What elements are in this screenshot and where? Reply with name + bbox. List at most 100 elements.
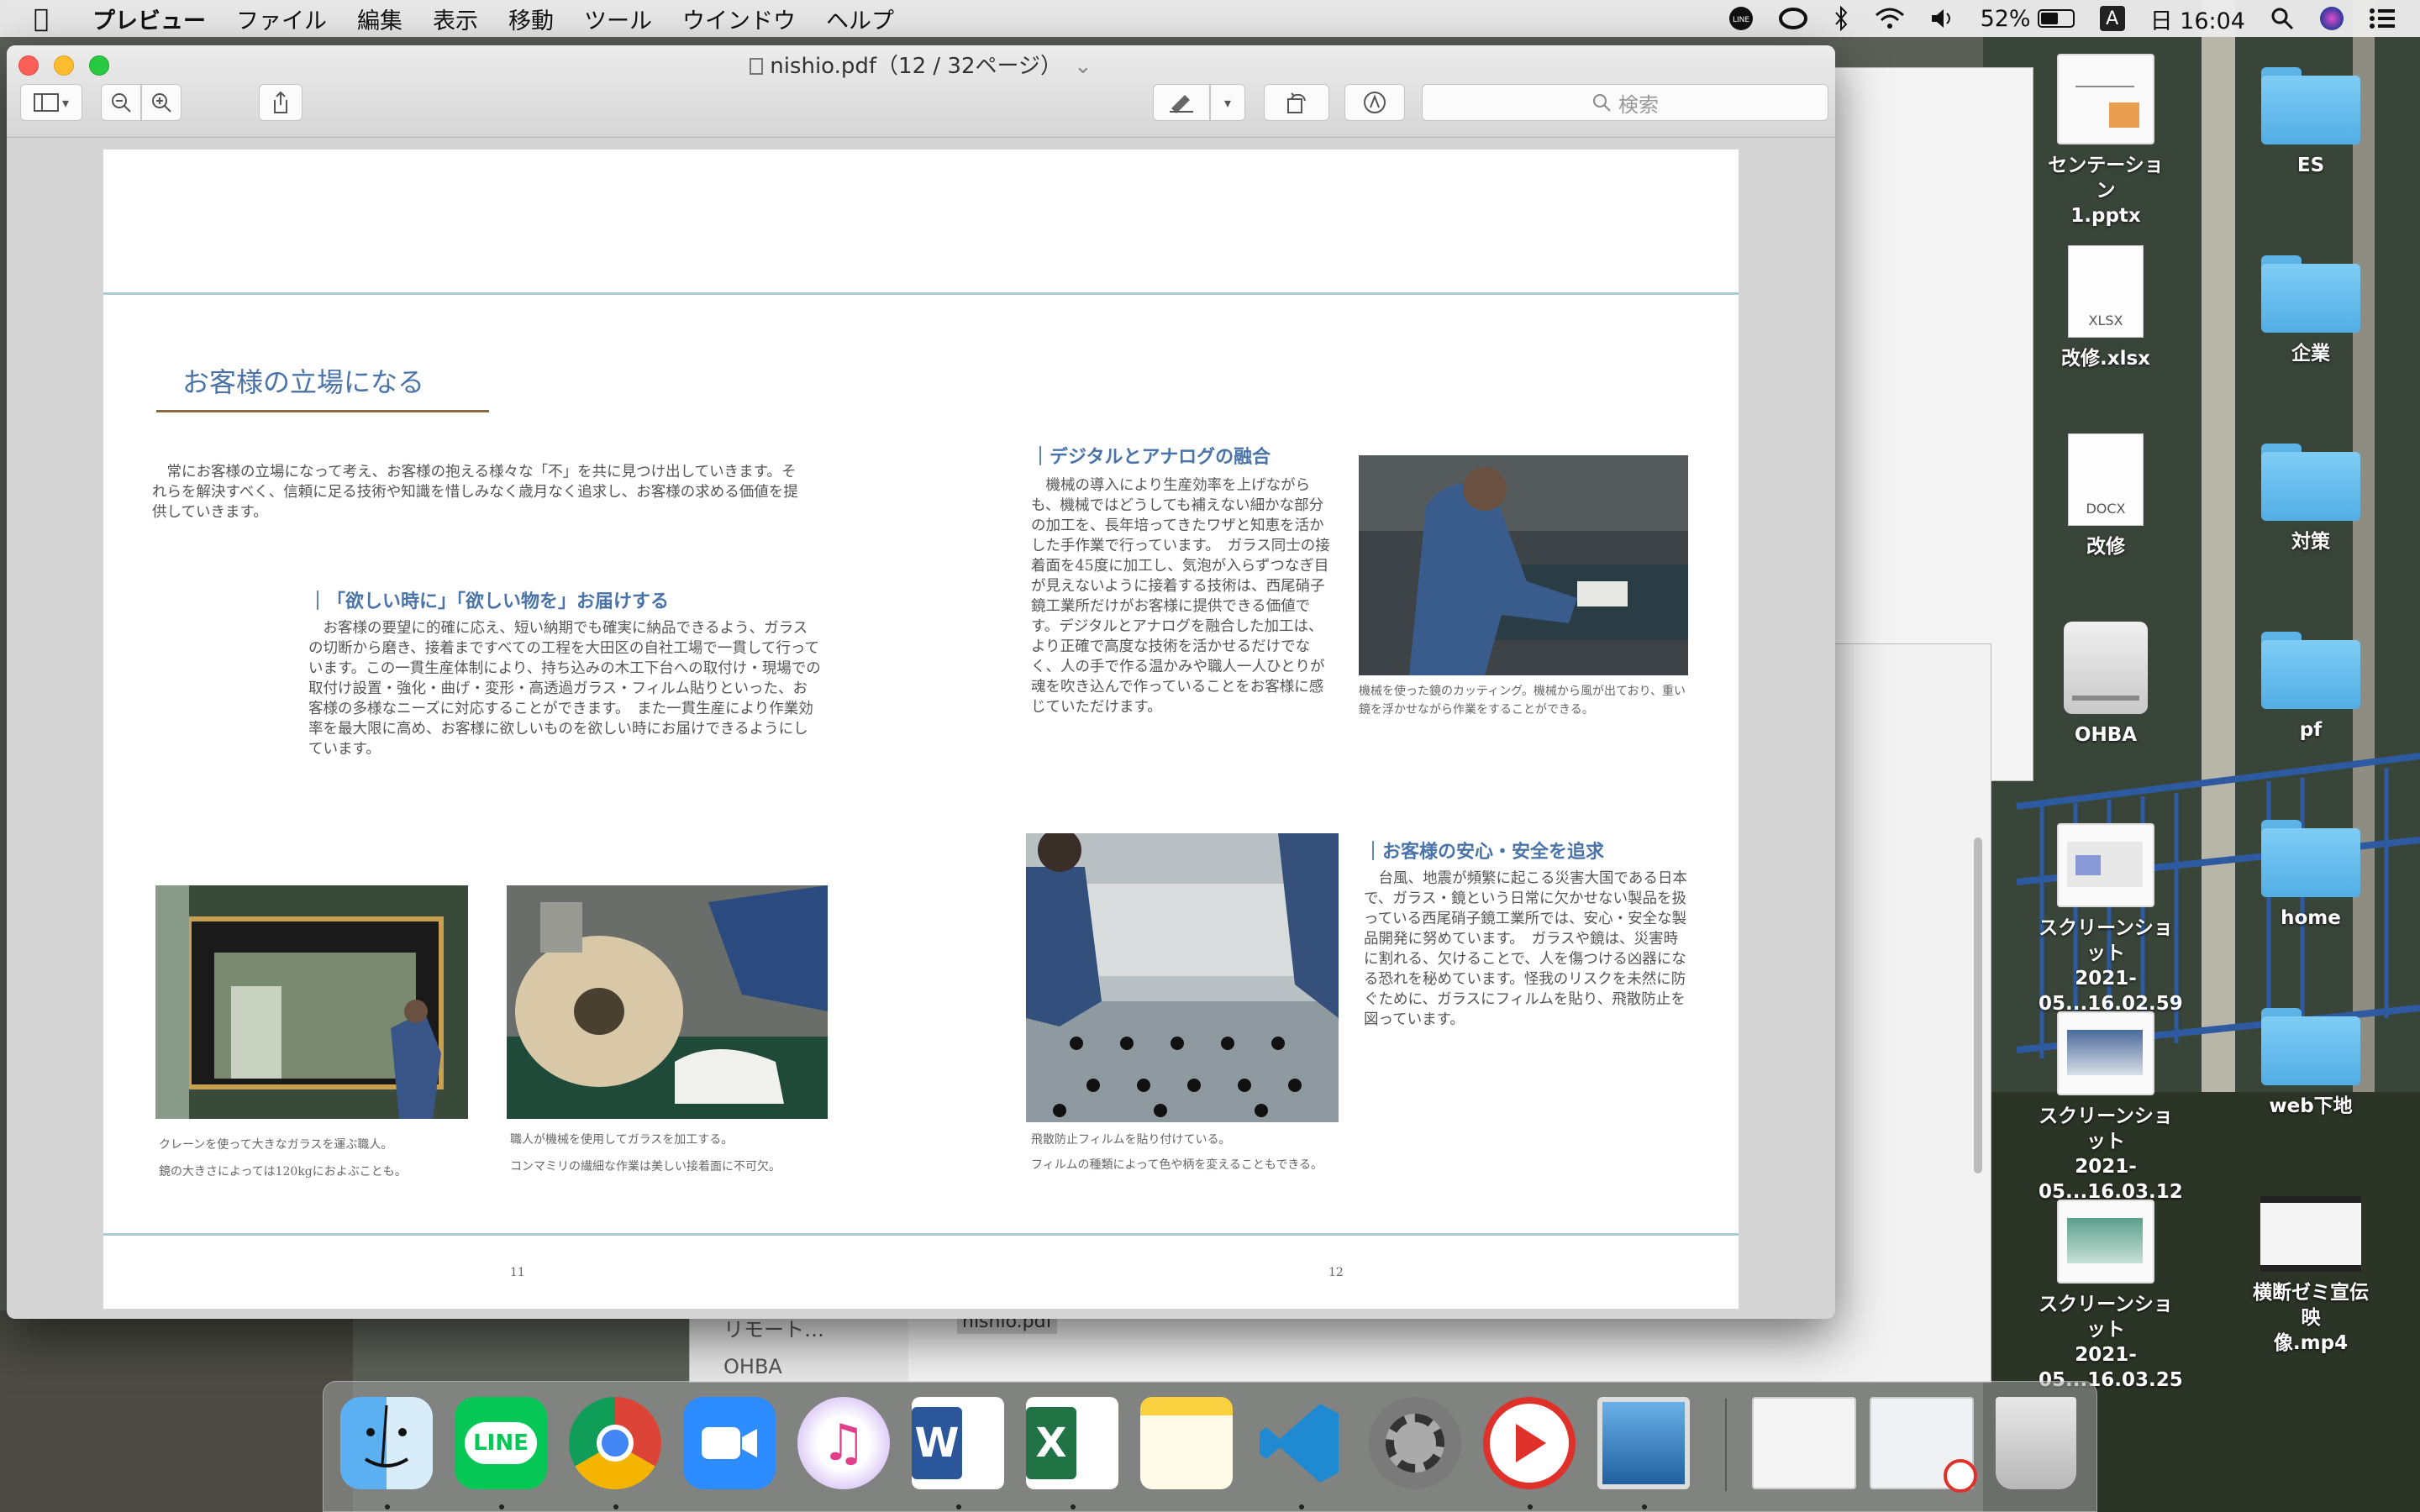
desktop-icon-video[interactable]: 横断ゼミ宣伝映 像.mp4: [2244, 1196, 2378, 1356]
photo-crane: [155, 885, 468, 1119]
window-toolbar: nishio.pdf（12 / 32ページ） ⌄ ▾ ▾ 検索: [7, 45, 1835, 138]
sidebar-toggle-button[interactable]: ▾: [20, 84, 82, 121]
desktop-icon-docx[interactable]: DOCX 改修: [2039, 433, 2173, 559]
dock-excel-icon[interactable]: X: [1026, 1397, 1118, 1489]
folder-icon: [2261, 632, 2360, 709]
rotate-button[interactable]: [1264, 84, 1329, 121]
share-button[interactable]: [259, 84, 302, 121]
desktop-icon-presentation[interactable]: センテーション 1.pptx: [2039, 54, 2173, 228]
share-icon: [274, 91, 287, 113]
menu-bar:  プレビュー ファイル 編集 表示 移動 ツール ウインドウ ヘルプ LINE…: [0, 0, 2420, 37]
caption-crane-1: クレーンを使って大きなガラスを運ぶ職人。: [159, 1138, 393, 1152]
running-indicator: [1642, 1504, 1647, 1509]
desktop-icon-screenshot-1[interactable]: スクリーンショット 2021-05...16.02.59: [2039, 823, 2183, 1016]
dock-trash-icon[interactable]: [1996, 1397, 2076, 1489]
folder-kigyo[interactable]: 企業: [2244, 255, 2378, 366]
dock-finder-icon[interactable]: [340, 1397, 433, 1489]
chevron-down-icon[interactable]: ⌄: [1074, 54, 1092, 79]
folder-home[interactable]: home: [2244, 820, 2378, 931]
menu-window[interactable]: ウインドウ: [682, 3, 796, 35]
desktop-icon-ohba-drive[interactable]: OHBA: [2039, 622, 2173, 748]
dock-word-icon[interactable]: W: [912, 1397, 1004, 1489]
clock[interactable]: 日 16:04: [2150, 3, 2245, 35]
apple-menu-icon[interactable]: : [34, 4, 67, 34]
menu-view[interactable]: 表示: [433, 3, 478, 35]
sidebar-item-ohba[interactable]: OHBA: [723, 1355, 782, 1378]
dock-system-preferences-icon[interactable]: [1369, 1397, 1461, 1489]
dock-chrome-icon[interactable]: [569, 1397, 661, 1489]
scrollbar[interactable]: [1974, 837, 1982, 1173]
chevron-down-icon: ▾: [1223, 94, 1232, 111]
caption-grinder-1: 職人が機械を使用してガラスを加工する。: [510, 1133, 734, 1147]
volume-icon[interactable]: [1930, 7, 1955, 30]
folder-icon: [2261, 1008, 2360, 1085]
bluetooth-icon[interactable]: [1833, 6, 1849, 31]
zoom-in-button[interactable]: [141, 84, 182, 121]
dock-preview-icon[interactable]: [1597, 1397, 1690, 1489]
spotlight-icon[interactable]: [2270, 7, 2294, 30]
caption-glass-cutting: 機械を使った鏡のカッティング。機械から風が出ており、重い鏡を浮かせながら作業をす…: [1359, 685, 1686, 717]
dock-screenshot-video-icon[interactable]: [1870, 1397, 1977, 1493]
menu-file[interactable]: ファイル: [236, 3, 327, 35]
dock-notes-icon[interactable]: [1140, 1397, 1233, 1489]
menu-help[interactable]: ヘルプ: [826, 3, 894, 35]
running-indicator: [956, 1504, 961, 1509]
dock-separator: [1725, 1399, 1727, 1491]
svg-text:LINE: LINE: [1733, 16, 1749, 24]
xlsx-file-icon: XLSX: [2068, 245, 2144, 338]
creative-cloud-icon[interactable]: [1778, 8, 1807, 29]
menu-app-name[interactable]: プレビュー: [92, 3, 206, 35]
dock-music-icon[interactable]: ♫: [797, 1397, 890, 1489]
folder-icon: [2261, 255, 2360, 333]
menu-go[interactable]: 移動: [508, 3, 554, 35]
rotate-icon: [1287, 92, 1306, 113]
menu-tools[interactable]: ツール: [584, 3, 652, 35]
desktop-icon-screenshot-2[interactable]: スクリーンショット 2021-05...16.03.12: [2039, 1011, 2183, 1205]
photo-glass-cutting: [1359, 455, 1688, 675]
battery-icon: [2037, 9, 2075, 28]
wifi-icon[interactable]: [1875, 7, 1905, 30]
markup-pen-button[interactable]: [1153, 84, 1210, 121]
pptx-file-icon: [2057, 54, 2154, 144]
dock-zoom-icon[interactable]: [683, 1397, 776, 1489]
search-field[interactable]: 検索: [1422, 84, 1828, 121]
search-placeholder: 検索: [1618, 92, 1659, 117]
running-indicator: [499, 1504, 504, 1509]
markup-dropdown-button[interactable]: ▾: [1210, 84, 1245, 121]
folder-pf[interactable]: pf: [2244, 632, 2378, 743]
screenshot-thumbnail-icon: [2057, 1011, 2154, 1095]
folder-es[interactable]: ES: [2244, 67, 2378, 178]
line-status-icon[interactable]: LINE: [1728, 6, 1754, 31]
pen-icon: [1170, 95, 1193, 113]
markup-toolbar-button[interactable]: [1344, 84, 1405, 121]
top-rule: [103, 292, 1739, 295]
siri-icon[interactable]: [2319, 6, 2344, 31]
screenshot-thumbnail-icon: [2057, 823, 2154, 907]
sidebar-icon: [33, 93, 59, 112]
menu-edit[interactable]: 編集: [357, 3, 402, 35]
zoom-out-button[interactable]: [101, 84, 141, 121]
dock: LINE ♫ W X: [323, 1381, 2097, 1512]
running-indicator: [1528, 1504, 1533, 1509]
window-title[interactable]: nishio.pdf（12 / 32ページ） ⌄: [7, 49, 1835, 80]
caption-grinder-2: コンマミリの繊細な作業は美しい接着面に不可欠。: [510, 1160, 781, 1173]
folder-web-shitaji[interactable]: web下地: [2244, 1008, 2378, 1119]
pdf-page-spread[interactable]: お客様の立場になる 常にお客様の立場になって考え、お客様の抱える様々な「不」を共…: [103, 150, 1739, 1309]
battery-percent[interactable]: 52%: [1981, 6, 2075, 32]
notification-center-icon[interactable]: [2370, 8, 2395, 29]
input-source-icon[interactable]: A: [2099, 6, 2125, 31]
video-thumbnail-icon: [2260, 1196, 2361, 1272]
film-application-image: [1026, 833, 1339, 1122]
folder-icon: [2261, 820, 2360, 897]
dock-line-icon[interactable]: LINE: [455, 1397, 547, 1489]
running-indicator: [385, 1504, 390, 1509]
desktop-icon-xlsx[interactable]: XLSX 改修.xlsx: [2039, 245, 2173, 371]
running-indicator: [1299, 1504, 1304, 1509]
folder-icon: [2261, 444, 2360, 521]
desktop-icon-screenshot-3[interactable]: スクリーンショット 2021-05...16.03.25: [2039, 1200, 2183, 1393]
dock-player-icon[interactable]: [1483, 1397, 1576, 1489]
dock-vscode-icon[interactable]: [1255, 1397, 1347, 1489]
dock-finder-window-icon[interactable]: [1752, 1397, 1856, 1489]
folder-taisaku[interactable]: 対策: [2244, 444, 2378, 554]
section1-title: ｜「欲しい時に」「欲しい物を」お届けする: [308, 591, 670, 612]
